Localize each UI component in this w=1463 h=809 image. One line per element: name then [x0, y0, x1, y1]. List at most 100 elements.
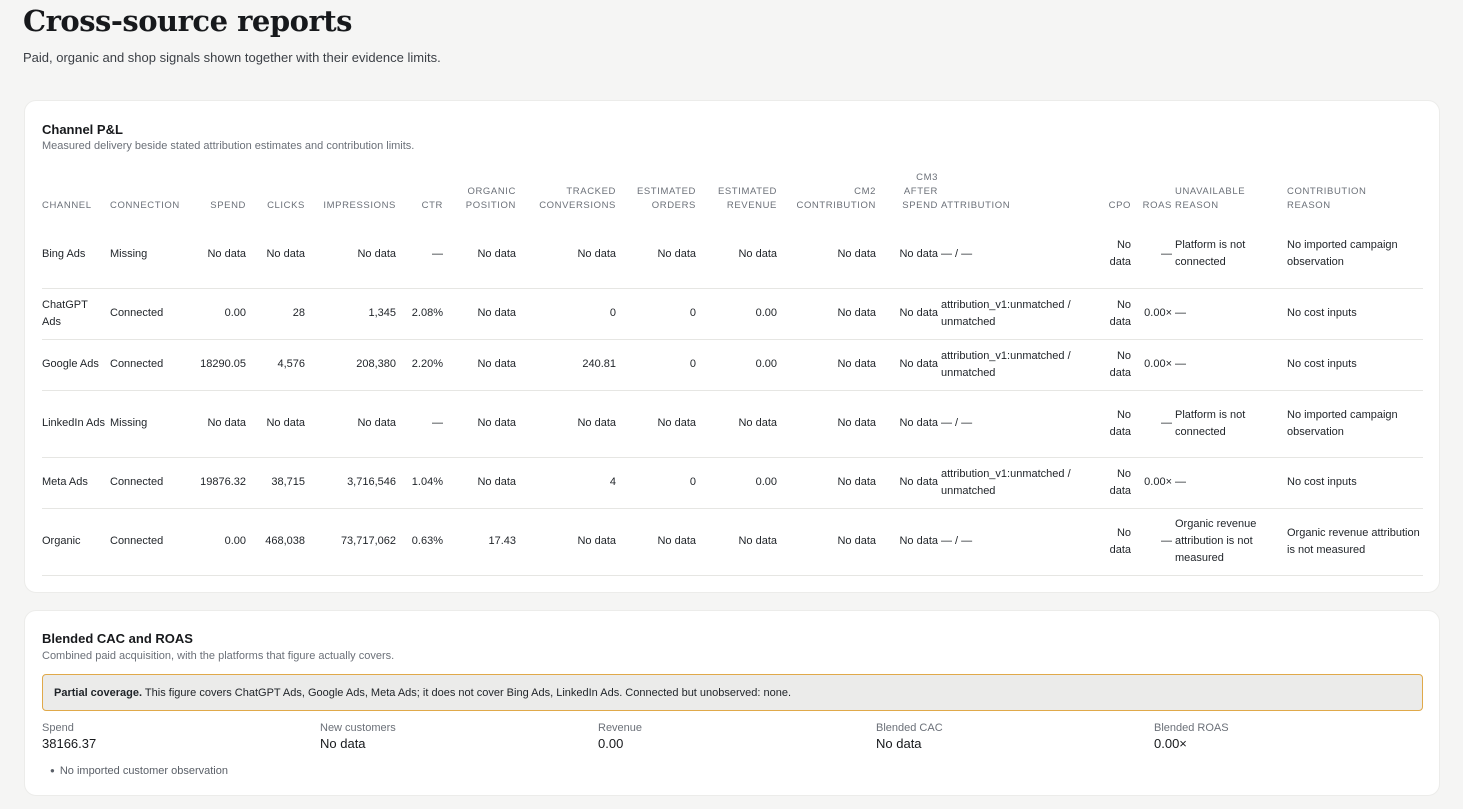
cell-clicks: 468,038: [249, 508, 308, 576]
cell-ctr: 2.08%: [399, 288, 446, 340]
metric-value: No data: [320, 736, 366, 751]
page-subtitle: Paid, organic and shop signals shown tog…: [23, 50, 441, 65]
cell-clicks: No data: [249, 221, 308, 289]
channel-pl-title: Channel P&L: [42, 122, 123, 137]
metric-label: Spend: [42, 722, 74, 734]
cell-cm3: No data: [879, 288, 941, 340]
cell-connection: Connected: [110, 339, 193, 391]
column-header-text: REASON: [1175, 200, 1219, 211]
cell-organic-position: No data: [446, 221, 519, 289]
cell-channel: ChatGPT Ads: [42, 288, 110, 340]
column-header-text: CONTRIBUTION: [1287, 186, 1367, 197]
cell-unavailable-reason: —: [1175, 288, 1287, 340]
cell-contribution-reason: No cost inputs: [1287, 339, 1423, 391]
cell-cm3: No data: [879, 508, 941, 576]
column-header-clicks: CLICKS: [249, 171, 308, 221]
column-header-text: ROAS: [1142, 200, 1172, 211]
channel-pl-table: CHANNEL CONNECTION SPEND CLICKS IMPRESSIONS C…: [42, 171, 1423, 576]
column-header-text: CONNECTION: [110, 200, 180, 211]
cell-roas: —: [1134, 390, 1175, 458]
cell-unavailable-reason: Platform is not connected: [1175, 221, 1287, 289]
cell-contribution-reason: Organic revenue attribution is not measu…: [1287, 508, 1423, 576]
column-header-text: ESTIMATED: [636, 186, 696, 197]
cell-tracked-conversions: No data: [519, 390, 619, 458]
cell-cm3: No data: [879, 457, 941, 509]
cell-connection: Missing: [110, 390, 193, 458]
column-header-tracked-conversions: TRACKED CONVERSIONS: [519, 171, 619, 221]
cell-organic-position: No data: [446, 390, 519, 458]
bullet-icon: ●: [50, 766, 55, 775]
cell-channel: LinkedIn Ads: [42, 390, 110, 458]
cell-cm2: No data: [780, 390, 879, 458]
coverage-note: ● No imported customer observation: [50, 765, 228, 777]
column-header-text: REASON: [1287, 200, 1331, 211]
column-header-text: CM3: [916, 172, 938, 183]
column-header-spend: SPEND: [193, 171, 249, 221]
blended-subtitle: Combined paid acquisition, with the plat…: [42, 650, 395, 662]
column-header-text: SPEND: [210, 200, 246, 211]
cell-unavailable-reason: —: [1175, 339, 1287, 391]
cell-cm3: No data: [879, 221, 941, 289]
cell-roas: 0.00×: [1134, 457, 1175, 509]
column-header-text: ESTIMATED: [717, 186, 777, 197]
cell-attribution: — / —: [941, 221, 1096, 289]
cell-attribution: attribution_v1:unmatched / unmatched: [941, 339, 1096, 391]
cell-estimated-revenue: No data: [699, 508, 780, 576]
cell-organic-position: 17.43: [446, 508, 519, 576]
cell-spend: No data: [193, 390, 249, 458]
cell-clicks: 28: [249, 288, 308, 340]
cell-tracked-conversions: 240.81: [519, 339, 619, 391]
cell-ctr: —: [399, 221, 446, 289]
table-header-row: CHANNEL CONNECTION SPEND CLICKS IMPRESSIONS C…: [42, 171, 1423, 221]
column-header-impressions: IMPRESSIONS: [308, 171, 399, 221]
cell-connection: Connected: [110, 508, 193, 576]
page-title: Cross-source reports: [23, 4, 352, 38]
column-header-text: ORGANIC: [467, 186, 516, 197]
column-header-channel: CHANNEL: [42, 171, 110, 221]
column-header-text: ATTRIBUTION: [941, 200, 1011, 211]
cell-estimated-orders: No data: [619, 221, 699, 289]
cell-connection: Missing: [110, 221, 193, 289]
cell-spend: 19876.32: [193, 457, 249, 509]
column-header-ctr: CTR: [399, 171, 446, 221]
table-row: Google Ads Connected 18290.05 4,576 208,380 2…: [42, 339, 1423, 391]
metric-revenue: Revenue 0.00: [598, 722, 642, 751]
column-header-text: UNAVAILABLE: [1175, 186, 1246, 197]
cell-cm2: No data: [780, 508, 879, 576]
cell-channel: Google Ads: [42, 339, 110, 391]
metric-label: New customers: [320, 722, 396, 734]
table-row: LinkedIn Ads Missing No data No data No data…: [42, 390, 1423, 458]
column-header-connection: CONNECTION: [110, 171, 193, 221]
metric-value: 0.00: [598, 736, 624, 751]
table-row: Bing Ads Missing No data No data No data — No …: [42, 221, 1423, 289]
cell-cm2: No data: [780, 221, 879, 289]
cell-attribution: attribution_v1:unmatched / unmatched: [941, 457, 1096, 509]
cell-ctr: 1.04%: [399, 457, 446, 509]
blended-title: Blended CAC and ROAS: [42, 631, 193, 646]
cell-estimated-orders: 0: [619, 288, 699, 340]
metric-spend: Spend 38166.37: [42, 722, 96, 751]
cell-tracked-conversions: 0: [519, 288, 619, 340]
column-header-contribution-reason: CONTRIBUTION REASON: [1287, 171, 1423, 221]
metric-blended-cac: Blended CAC No data: [876, 722, 943, 751]
cell-impressions: 73,717,062: [308, 508, 399, 576]
cell-tracked-conversions: No data: [519, 221, 619, 289]
cell-roas: —: [1134, 508, 1175, 576]
metric-value: 38166.37: [42, 736, 97, 751]
cell-cpo: No data: [1096, 457, 1134, 509]
metric-new-customers: New customers No data: [320, 722, 396, 751]
metric-label: Revenue: [598, 722, 643, 734]
cell-attribution: attribution_v1:unmatched / unmatched: [941, 288, 1096, 340]
column-header-text: POSITION: [465, 200, 516, 211]
channel-pl-card: Channel P&L Measured delivery beside sta…: [24, 100, 1440, 593]
cell-impressions: 3,716,546: [308, 457, 399, 509]
column-header-text: ORDERS: [651, 200, 696, 211]
cell-estimated-orders: No data: [619, 508, 699, 576]
cell-organic-position: No data: [446, 339, 519, 391]
cell-cm2: No data: [780, 288, 879, 340]
column-header-text: REVENUE: [726, 200, 777, 211]
cell-spend: 0.00: [193, 508, 249, 576]
cell-contribution-reason: No cost inputs: [1287, 457, 1423, 509]
column-header-text: AFTER: [903, 186, 938, 197]
cell-organic-position: No data: [446, 457, 519, 509]
